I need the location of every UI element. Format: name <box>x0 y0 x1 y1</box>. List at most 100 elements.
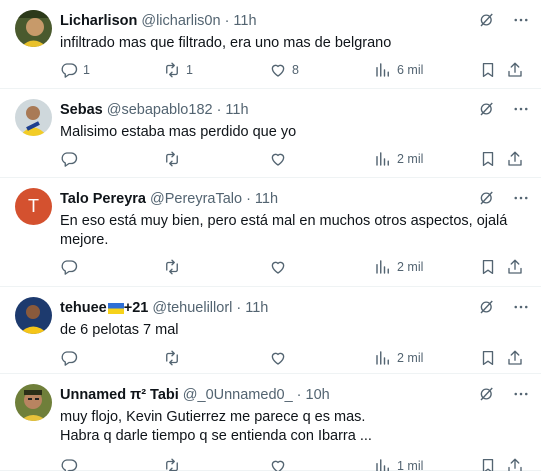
more-icon[interactable] <box>511 10 531 30</box>
bookmark-button[interactable] <box>479 149 497 169</box>
share-icon <box>506 258 524 276</box>
tweet-body: Sebas @sebapablo182 · 11h Malisimo estab… <box>60 101 531 142</box>
share-button[interactable] <box>506 348 524 368</box>
header-icons <box>477 188 531 208</box>
like-button[interactable] <box>269 257 292 277</box>
reply-icon <box>60 258 78 276</box>
author-name[interactable]: Unnamed π² Tabi <box>60 387 179 403</box>
reply-feed: Licharlison @licharlis0n · 11h infiltrad… <box>0 0 541 471</box>
timestamp[interactable]: 11h <box>225 102 248 118</box>
author-name[interactable]: Licharlison <box>60 13 137 29</box>
views-button[interactable]: 2 mil <box>374 257 423 277</box>
header-icons <box>477 10 531 30</box>
like-button[interactable] <box>269 348 292 368</box>
views-button[interactable]: 1 mil <box>374 456 423 471</box>
reply-button[interactable] <box>60 348 83 368</box>
bookmark-button[interactable] <box>479 257 497 277</box>
avatar[interactable] <box>15 297 52 334</box>
timestamp[interactable]: 10h <box>306 387 330 403</box>
avatar[interactable] <box>15 99 52 136</box>
more-icon[interactable] <box>511 188 531 208</box>
bookmark-button[interactable] <box>479 60 497 80</box>
repost-button[interactable] <box>163 456 186 471</box>
tweet[interactable]: T Talo Pereyra @PereyraTalo · 11h En eso… <box>0 178 541 287</box>
timestamp[interactable]: 11h <box>233 13 256 29</box>
views-icon <box>374 150 392 168</box>
grok-icon[interactable] <box>477 384 497 404</box>
like-button[interactable] <box>269 456 292 471</box>
repost-button[interactable] <box>163 149 186 169</box>
tweet-text: infiltrado mas que filtrado, era uno mas… <box>60 35 392 51</box>
share-icon <box>506 61 524 79</box>
avatar[interactable] <box>15 10 52 47</box>
author-name[interactable]: Talo Pereyra <box>60 191 146 207</box>
grok-icon[interactable] <box>477 99 497 119</box>
timestamp[interactable]: 11h <box>255 191 278 207</box>
like-button[interactable] <box>269 149 292 169</box>
heart-icon <box>269 61 287 79</box>
tweet-body: Licharlison @licharlis0n · 11h infiltrad… <box>60 12 531 53</box>
bookmark-icon <box>479 258 497 276</box>
more-icon[interactable] <box>511 297 531 317</box>
tweet-header: Sebas @sebapablo182 · 11h <box>60 101 531 119</box>
repost-button[interactable] <box>163 257 186 277</box>
views-count: 2 mil <box>397 260 424 274</box>
like-count: 8 <box>292 63 299 77</box>
views-count: 1 mil <box>397 459 424 471</box>
views-icon <box>374 349 392 367</box>
reply-button[interactable]: 1 <box>60 60 90 80</box>
more-icon[interactable] <box>511 99 531 119</box>
views-button[interactable]: 2 mil <box>374 149 423 169</box>
bookmark-button[interactable] <box>479 456 497 471</box>
tweet-body: tehuee +21 @tehuelillorl · 11h de 6 pelo… <box>60 299 531 340</box>
separator-dot: · <box>296 387 302 403</box>
tweet[interactable]: Sebas @sebapablo182 · 11h Malisimo estab… <box>0 89 541 178</box>
repost-icon <box>163 349 181 367</box>
share-button[interactable] <box>506 257 524 277</box>
share-button[interactable] <box>506 456 524 471</box>
reply-button[interactable] <box>60 257 83 277</box>
header-icons <box>477 297 531 317</box>
separator-dot: · <box>224 13 230 29</box>
author-handle[interactable]: @tehuelillorl <box>152 300 232 316</box>
bookmark-button[interactable] <box>479 348 497 368</box>
reply-button[interactable] <box>60 456 83 471</box>
repost-icon <box>163 457 181 471</box>
avatar[interactable]: T <box>15 188 52 225</box>
share-button[interactable] <box>506 60 524 80</box>
grok-icon[interactable] <box>477 10 497 30</box>
reply-button[interactable] <box>60 149 83 169</box>
author-name-suffix: +21 <box>123 300 149 316</box>
repost-button[interactable] <box>163 348 186 368</box>
author-handle[interactable]: @sebapablo182 <box>107 102 213 118</box>
author-name[interactable]: Sebas <box>60 102 103 118</box>
tweet[interactable]: Licharlison @licharlis0n · 11h infiltrad… <box>0 0 541 89</box>
tweet-header: tehuee +21 @tehuelillorl · 11h <box>60 299 531 317</box>
like-button[interactable]: 8 <box>269 60 299 80</box>
more-icon[interactable] <box>511 384 531 404</box>
views-button[interactable]: 6 mil <box>374 60 423 80</box>
reply-icon <box>60 349 78 367</box>
timestamp[interactable]: 11h <box>245 300 268 316</box>
separator-dot: · <box>236 300 242 316</box>
separator-dot: · <box>216 102 222 118</box>
grok-icon[interactable] <box>477 188 497 208</box>
repost-icon <box>163 258 181 276</box>
share-button[interactable] <box>506 149 524 169</box>
tweet-text: En eso está muy bien, pero está mal en m… <box>60 213 508 248</box>
heart-icon <box>269 457 287 471</box>
tweet[interactable]: tehuee +21 @tehuelillorl · 11h de 6 pelo… <box>0 287 541 374</box>
views-button[interactable]: 2 mil <box>374 348 423 368</box>
author-handle[interactable]: @_0Unnamed0_ <box>183 387 293 403</box>
repost-count: 1 <box>186 63 193 77</box>
bookmark-icon <box>479 61 497 79</box>
tweet-text: muy flojo, Kevin Gutierrez me parece q e… <box>60 409 372 444</box>
author-name[interactable]: tehuee <box>60 300 107 316</box>
author-handle[interactable]: @licharlis0n <box>141 13 220 29</box>
grok-icon[interactable] <box>477 297 497 317</box>
avatar[interactable] <box>15 384 52 421</box>
author-handle[interactable]: @PereyraTalo <box>150 191 242 207</box>
repost-button[interactable]: 1 <box>163 60 193 80</box>
views-count: 6 mil <box>397 63 424 77</box>
tweet[interactable]: Unnamed π² Tabi @_0Unnamed0_ · 10h muy f… <box>0 374 541 471</box>
